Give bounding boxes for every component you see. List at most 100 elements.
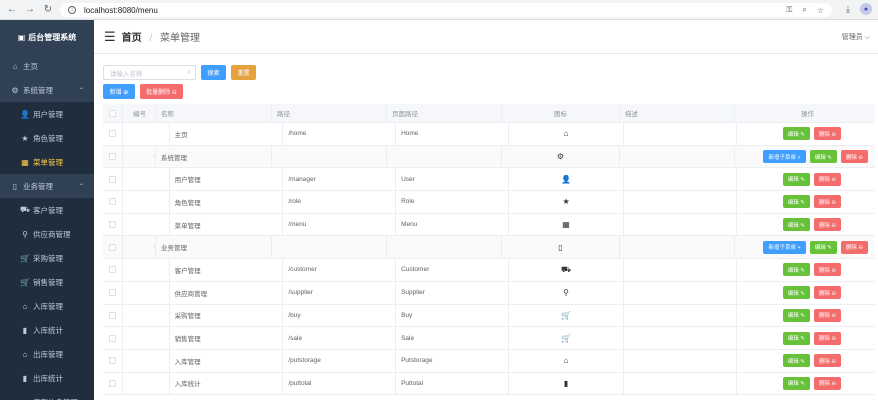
breadcrumb-separator: / xyxy=(149,33,153,44)
cell-description xyxy=(624,123,738,145)
delete-button[interactable]: 删除 ⊖ xyxy=(813,376,841,390)
edit-button[interactable]: 编辑 ✎ xyxy=(782,331,810,345)
search-input[interactable]: 请输入名称 ⌕ xyxy=(103,65,196,80)
sidebar-item[interactable]: 🛒 销售管理 xyxy=(0,270,94,294)
sidebar-item[interactable]: ⚲ 供应商管理 xyxy=(0,222,94,246)
reset-button[interactable]: 重置 xyxy=(231,65,256,80)
row-checkbox-cell xyxy=(103,213,123,236)
cell-icon: ▯ xyxy=(502,236,620,259)
sidebar-item-label: 菜单管理 xyxy=(33,157,63,167)
row-checkbox[interactable] xyxy=(108,357,116,365)
sidebar-item[interactable]: ⚙ 系统管理 ⌃ xyxy=(0,78,94,102)
add-child-menu-button[interactable]: 新增子菜单 + xyxy=(763,240,806,254)
cell-actions: 编辑 ✎ 删除 ⊖ xyxy=(737,259,875,281)
cell-path: /manager xyxy=(283,168,397,191)
site-info-icon[interactable]: i xyxy=(68,6,76,14)
sidebar-item[interactable]: ▮ 入库统计 xyxy=(0,318,94,342)
delete-button[interactable]: 删除 ⊖ xyxy=(813,354,841,368)
box-icon: ⌂ xyxy=(22,349,28,359)
download-icon[interactable]: ⤓ xyxy=(846,4,850,15)
delete-button[interactable]: 删除 ⊖ xyxy=(813,127,841,141)
bookmark-star-icon[interactable]: ☆ xyxy=(817,6,824,15)
add-button[interactable]: 新增 ⊕ xyxy=(103,84,135,99)
forward-icon[interactable]: → xyxy=(24,4,36,16)
edit-button[interactable]: 编辑 ✎ xyxy=(782,172,810,186)
sidebar-item[interactable]: ⛟ 客户管理 xyxy=(0,198,94,222)
edit-button[interactable]: 编辑 ✎ xyxy=(782,308,810,322)
row-checkbox[interactable] xyxy=(109,153,116,161)
cell-path: /customer xyxy=(283,259,397,281)
location-icon: ⚲ xyxy=(563,288,569,298)
row-checkbox[interactable] xyxy=(108,198,116,206)
row-checkbox[interactable] xyxy=(108,334,116,342)
profile-avatar-icon[interactable]: ● xyxy=(860,3,872,15)
table-row: 12入库管理/putstoragePutstorage ⌂ 编辑 ✎删除 ⊖ xyxy=(103,349,875,373)
edit-button[interactable]: 编辑 ✎ xyxy=(782,195,810,209)
sidebar-item[interactable]: ≡库存信息管理 xyxy=(0,390,94,400)
sidebar-item[interactable]: ★ 角色管理 xyxy=(0,126,94,150)
sidebar-item[interactable]: ⌂ 入库管理 xyxy=(0,294,94,318)
add-child-menu-button[interactable]: 新增子菜单 + xyxy=(763,150,806,164)
star-icon: ★ xyxy=(21,133,29,143)
delete-button[interactable]: 删除 ⊖ xyxy=(813,286,841,300)
row-checkbox[interactable] xyxy=(108,130,116,138)
delete-button[interactable]: 删除 ⊖ xyxy=(813,218,841,232)
grid-icon: ▦ xyxy=(21,157,29,167)
cell-description xyxy=(624,168,738,191)
edit-button[interactable]: 编辑 ✎ xyxy=(809,240,837,254)
delete-button[interactable]: 删除 ⊖ xyxy=(813,263,841,277)
row-checkbox[interactable] xyxy=(108,266,116,274)
sidebar-item[interactable]: ⌂ 主页 xyxy=(0,54,94,78)
cell-icon: ⌂ xyxy=(509,123,625,145)
back-icon[interactable]: ← xyxy=(6,4,18,16)
delete-button[interactable]: 删除 ⊖ xyxy=(840,240,868,254)
cell-path: /puttotal xyxy=(283,372,397,395)
sidebar-item-label: 供应商管理 xyxy=(33,229,71,239)
cell-actions: 新增子菜单 + 编辑 ✎ 删除 ⊖ xyxy=(735,146,875,168)
edit-button[interactable]: 编辑 ✎ xyxy=(782,127,810,141)
sidebar-item[interactable]: ▮ 出库统计 xyxy=(0,366,94,390)
row-checkbox[interactable] xyxy=(108,221,116,229)
address-bar[interactable]: i localhost:8080/menu ⚿ ⌕ ☆ xyxy=(60,3,832,17)
user-icon: 👤 xyxy=(561,174,572,184)
cell-page-path xyxy=(387,236,502,259)
zoom-icon[interactable]: ⌕ xyxy=(802,5,806,15)
reload-icon[interactable]: ↻ xyxy=(42,4,54,16)
delete-button[interactable]: 删除 ⊖ xyxy=(813,308,841,322)
sidebar-item[interactable]: ▦ 菜单管理 xyxy=(0,150,94,174)
menu-toggle-icon[interactable]: ☰ xyxy=(104,29,116,45)
cell-icon: ⚲ xyxy=(509,281,625,304)
key-icon[interactable]: ⚿ xyxy=(786,5,792,15)
sidebar-item-label: 业务管理 xyxy=(23,181,53,191)
batch-delete-button[interactable]: 批量删除 ⊖ xyxy=(140,84,183,99)
sidebar-item[interactable]: 🛒 采购管理 xyxy=(0,246,94,270)
edit-button[interactable]: 编辑 ✎ xyxy=(782,376,810,390)
delete-button[interactable]: 删除 ⊖ xyxy=(813,195,841,209)
delete-button[interactable]: 删除 ⊖ xyxy=(813,172,841,186)
table-row: 11销售管理/saleSale 🛒 编辑 ✎删除 ⊖ xyxy=(103,327,875,350)
sidebar-item[interactable]: ▯ 业务管理 ⌃ xyxy=(0,174,94,198)
edit-button[interactable]: 编辑 ✎ xyxy=(782,354,810,368)
cell-name: 业务管理 xyxy=(156,236,272,259)
edit-button[interactable]: 编辑 ✎ xyxy=(782,286,810,300)
user-icon: 👤 xyxy=(20,109,30,119)
search-button[interactable]: 搜索 xyxy=(201,65,226,80)
cell-actions: 编辑 ✎ 删除 ⊖ xyxy=(737,214,875,236)
delete-button[interactable]: 删除 ⊖ xyxy=(840,150,868,164)
table-row: ⌵2系统管理 ⚙ 新增子菜单 +编辑 ✎删除 ⊖ xyxy=(103,145,875,169)
row-checkbox[interactable] xyxy=(108,311,116,319)
edit-button[interactable]: 编辑 ✎ xyxy=(809,150,837,164)
user-dropdown[interactable]: 管理员 ⌵ xyxy=(842,32,870,42)
row-checkbox[interactable] xyxy=(108,289,116,297)
delete-button[interactable]: 删除 ⊖ xyxy=(813,331,841,345)
sidebar-item[interactable]: 👤 用户管理 xyxy=(0,102,94,126)
breadcrumb-home[interactable]: 首页 xyxy=(122,33,142,44)
edit-button[interactable]: 编辑 ✎ xyxy=(782,263,810,277)
select-all-checkbox[interactable] xyxy=(109,109,116,117)
edit-button[interactable]: 编辑 ✎ xyxy=(782,218,810,232)
sidebar-item[interactable]: ⌂ 出库管理 xyxy=(0,342,94,366)
row-checkbox[interactable] xyxy=(108,379,116,387)
row-checkbox[interactable] xyxy=(108,175,116,183)
cell-path: /supplier xyxy=(283,281,397,304)
row-checkbox[interactable] xyxy=(109,243,116,251)
